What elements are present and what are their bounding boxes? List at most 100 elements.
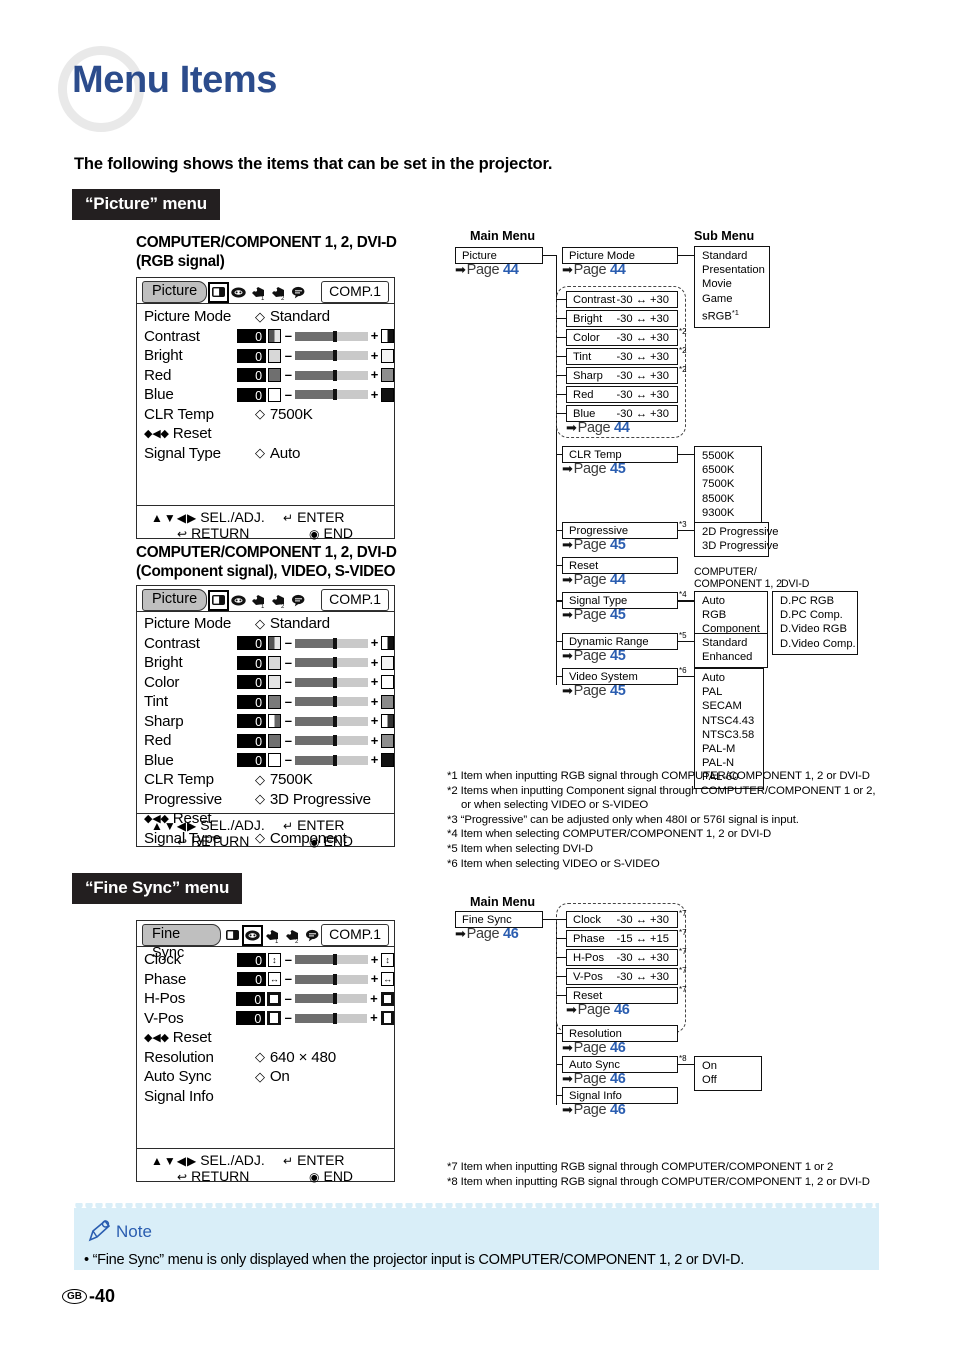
slider-knob[interactable] xyxy=(333,696,338,708)
flow-main-picture-page[interactable]: ➡Page 44 xyxy=(455,262,519,278)
option-game[interactable]: Game xyxy=(702,292,761,306)
options2-icon[interactable]: 2 xyxy=(270,284,287,301)
slider-knob[interactable] xyxy=(333,735,338,747)
slider[interactable]: – + xyxy=(285,695,379,708)
flow-color[interactable]: Color -30 ↔ +30 xyxy=(566,329,678,346)
osd-row-contrast[interactable]: Contrast 0 – + xyxy=(137,327,394,347)
osd-row-reset[interactable]: ◆◀◆ Reset xyxy=(137,1028,394,1048)
option-auto[interactable]: Auto xyxy=(702,671,755,685)
osd-row-auto-sync[interactable]: Auto Sync ◇ On xyxy=(137,1067,394,1087)
slider[interactable]: – + xyxy=(285,329,379,343)
option-2d-progressive[interactable]: 2D Progressive xyxy=(702,525,778,539)
osd-row-red[interactable]: Red 0 – + xyxy=(137,731,394,751)
slider-knob[interactable] xyxy=(333,973,338,985)
slider[interactable]: – + xyxy=(285,636,379,650)
option-presentation[interactable]: Presentation xyxy=(702,263,765,277)
flow-main-fine-sync-page[interactable]: ➡Page 46 xyxy=(455,926,519,942)
fine-sync-icon[interactable] xyxy=(230,592,247,609)
slider-knob[interactable] xyxy=(333,1012,338,1024)
flow-signal-type-page[interactable]: ➡Page 45 xyxy=(562,607,626,623)
slider[interactable]: – + xyxy=(285,972,379,986)
options2-icon[interactable]: 2 xyxy=(270,592,287,609)
slider-knob[interactable] xyxy=(333,676,338,688)
option-rgb[interactable]: RGB xyxy=(702,608,759,622)
slider[interactable]: – + xyxy=(285,675,379,689)
flow-h-pos[interactable]: H-Pos -30 ↔ +30 xyxy=(566,949,678,966)
option-ntsc358[interactable]: NTSC3.58 xyxy=(702,728,755,742)
language-icon[interactable] xyxy=(304,927,321,944)
osd-row-red[interactable]: Red 0 – + xyxy=(137,366,394,386)
options1-icon[interactable]: 1 xyxy=(250,284,267,301)
option-dvideo-comp[interactable]: D.Video Comp. xyxy=(780,637,856,651)
option-enhanced[interactable]: Enhanced xyxy=(702,650,759,664)
option-srgb[interactable]: sRGB*1 xyxy=(702,306,761,324)
flow-finesync-adjust-group-page[interactable]: ➡Page 46 xyxy=(566,1002,630,1018)
slider-knob[interactable] xyxy=(333,350,338,362)
slider-knob[interactable] xyxy=(333,754,338,766)
osd-row-clr-temp[interactable]: CLR Temp ◇ 7500K xyxy=(137,770,394,790)
flow-picture-mode-page[interactable]: ➡Page 44 xyxy=(562,262,626,278)
flow-tint[interactable]: Tint -30 ↔ +30 xyxy=(566,348,678,365)
option-on[interactable]: On xyxy=(702,1059,753,1073)
slider-knob[interactable] xyxy=(333,330,338,342)
flow-clr-temp-page[interactable]: ➡Page 45 xyxy=(562,461,626,477)
language-icon[interactable] xyxy=(290,284,307,301)
osd-row-bright[interactable]: Bright 0 – + xyxy=(137,346,394,366)
osd-component-tab-picture[interactable]: Picture xyxy=(142,589,208,611)
slider[interactable]: – + xyxy=(285,1011,378,1025)
picture-icon[interactable] xyxy=(224,927,241,944)
osd-row-phase[interactable]: Phase 0 ↔ – + ↔ xyxy=(137,970,394,990)
osd-row-signal-type[interactable]: Signal Type ◇ Auto xyxy=(137,444,394,464)
osd-row-blue[interactable]: Blue 0 – + xyxy=(137,751,394,771)
language-icon[interactable] xyxy=(290,592,307,609)
slider[interactable]: – + xyxy=(285,753,379,767)
option-movie[interactable]: Movie xyxy=(702,277,761,291)
options2-icon[interactable]: 2 xyxy=(284,927,301,944)
osd-row-h-pos[interactable]: H-Pos 0 – + xyxy=(137,989,395,1009)
flow-progressive-page[interactable]: ➡Page 45 xyxy=(562,537,626,553)
flow-contrast[interactable]: Contrast -30 ↔ +30 xyxy=(566,291,678,308)
option-standard[interactable]: Standard xyxy=(702,636,759,650)
picture-icon[interactable] xyxy=(208,589,230,611)
osd-row-v-pos[interactable]: V-Pos 0 – + xyxy=(137,1009,395,1029)
osd-row-signal-type[interactable]: Signal Type ◇ Component xyxy=(137,829,394,849)
osd-fine-sync-tab[interactable]: Fine Sync xyxy=(142,924,222,961)
option-8500k[interactable]: 8500K xyxy=(702,492,753,506)
slider[interactable]: – + xyxy=(285,992,378,1005)
fine-sync-icon[interactable] xyxy=(242,924,264,946)
option-standard[interactable]: Standard xyxy=(702,249,761,263)
option-secam[interactable]: SECAM xyxy=(702,699,755,713)
option-off[interactable]: Off xyxy=(702,1073,753,1087)
slider[interactable]: – + xyxy=(285,953,379,966)
option-6500k[interactable]: 6500K xyxy=(702,463,753,477)
osd-row-resolution[interactable]: Resolution ◇ 640 × 480 xyxy=(137,1048,394,1068)
slider-knob[interactable] xyxy=(333,715,338,727)
osd-row-contrast[interactable]: Contrast 0 – + xyxy=(137,634,394,654)
flow-adjust-group-page[interactable]: ➡Page 44 xyxy=(566,420,630,436)
option-pal-m[interactable]: PAL-M xyxy=(702,742,755,756)
osd-row-signal-info[interactable]: Signal Info xyxy=(137,1087,394,1107)
slider[interactable]: – + xyxy=(285,349,379,362)
osd-row-tint[interactable]: Tint 0 – + xyxy=(137,692,394,712)
option-pal[interactable]: PAL xyxy=(702,685,755,699)
flow-bright[interactable]: Bright -30 ↔ +30 xyxy=(566,310,678,327)
flow-phase[interactable]: Phase -15 ↔ +15 xyxy=(566,930,678,947)
slider-knob[interactable] xyxy=(333,389,338,401)
slider[interactable]: – + xyxy=(285,734,379,747)
slider[interactable]: – + xyxy=(285,388,379,401)
flow-reset-page[interactable]: ➡Page 44 xyxy=(562,572,626,588)
flow-resolution-page[interactable]: ➡Page 46 xyxy=(562,1040,626,1056)
slider[interactable]: – + xyxy=(285,656,379,669)
slider-knob[interactable] xyxy=(333,657,338,669)
osd-row-picture-mode[interactable]: Picture Mode ◇ Standard xyxy=(137,307,394,327)
osd-row-reset[interactable]: ◆◀◆ Reset xyxy=(137,809,394,829)
osd-row-blue[interactable]: Blue 0 – + xyxy=(137,385,394,405)
slider-knob[interactable] xyxy=(333,637,338,649)
picture-icon[interactable] xyxy=(208,281,230,303)
flow-sharp[interactable]: Sharp -30 ↔ +30 xyxy=(566,367,678,384)
flow-red[interactable]: Red -30 ↔ +30 xyxy=(566,386,678,403)
osd-rgb-tab-picture[interactable]: Picture xyxy=(142,281,208,303)
fine-sync-icon[interactable] xyxy=(230,284,247,301)
slider-knob[interactable] xyxy=(333,954,338,966)
osd-row-progressive[interactable]: Progressive ◇ 3D Progressive xyxy=(137,790,394,810)
